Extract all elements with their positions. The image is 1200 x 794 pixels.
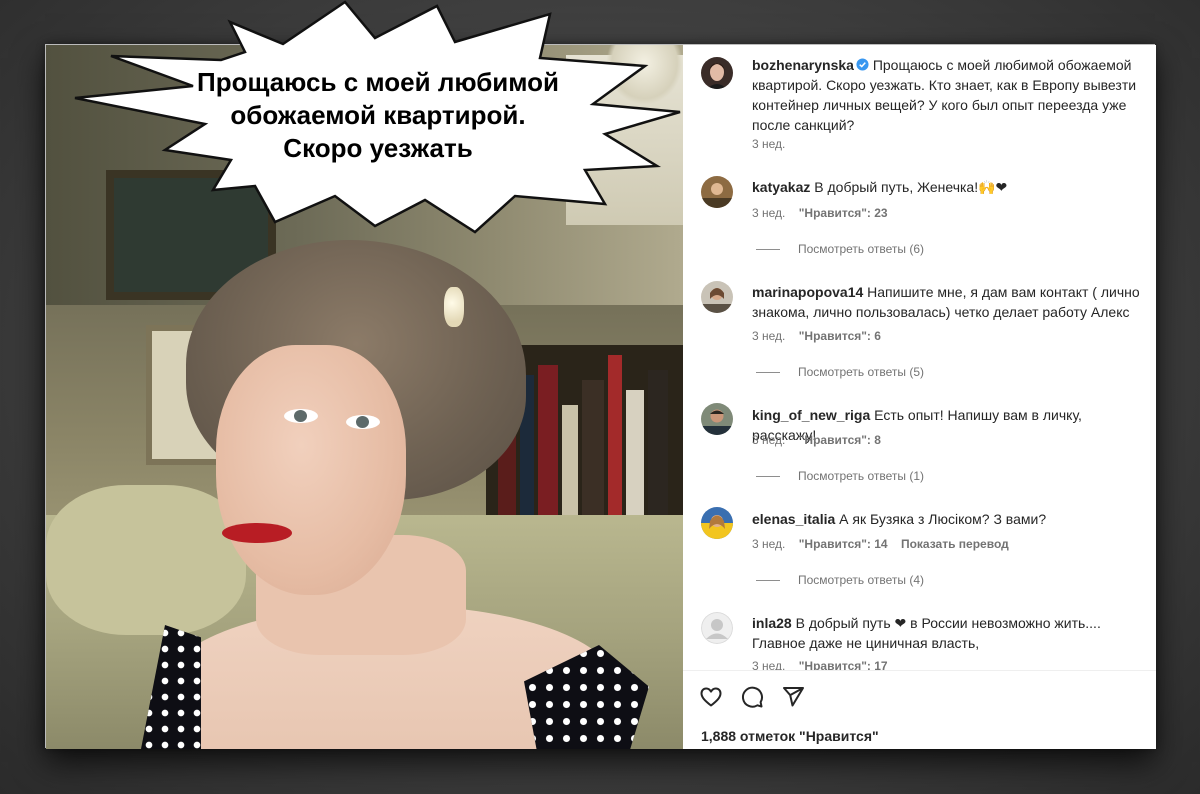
- comment-avatar[interactable]: [701, 281, 733, 313]
- post-actions: [699, 685, 805, 714]
- caption-meta: 3 нед.: [752, 137, 795, 151]
- caption-time[interactable]: 3 нед.: [752, 137, 785, 151]
- view-replies-label[interactable]: Посмотреть ответы (4): [798, 573, 924, 587]
- comment-likes[interactable]: "Нравится": 14: [799, 537, 888, 551]
- view-replies-button[interactable]: Посмотреть ответы (5): [756, 365, 924, 379]
- comment-username[interactable]: katyakaz: [752, 179, 810, 195]
- likes-count[interactable]: 1,888 отметок "Нравится": [701, 728, 879, 744]
- comment-meta: 3 нед. "Нравится": 23: [752, 206, 898, 220]
- comment-username[interactable]: marinapopova14: [752, 284, 863, 300]
- share-icon[interactable]: [781, 685, 805, 714]
- post-photo: [46, 45, 683, 749]
- author-username[interactable]: bozhenarynska: [752, 57, 854, 73]
- photo-face: [216, 345, 406, 595]
- comment-text: В добрый путь ❤ в России невозможно жить…: [752, 615, 1101, 651]
- view-replies-button[interactable]: Посмотреть ответы (1): [756, 469, 924, 483]
- post-caption: bozhenarynska Прощаюсь с моей любимой об…: [752, 55, 1150, 135]
- photo-hair-clip: [444, 287, 464, 327]
- photo-lamp: [606, 45, 683, 105]
- comment-likes[interactable]: "Нравится": 6: [799, 329, 881, 343]
- view-replies-label[interactable]: Посмотреть ответы (1): [798, 469, 924, 483]
- comment-time[interactable]: 3 нед.: [752, 206, 785, 220]
- replies-line: [756, 475, 780, 477]
- comment-likes[interactable]: "Нравится": 23: [799, 206, 888, 220]
- comment-text-row: elenas_italia А як Бузяка з Люсіком? З в…: [752, 509, 1150, 529]
- replies-line: [756, 248, 780, 250]
- comment-time[interactable]: 3 нед.: [752, 433, 785, 447]
- photo-eye-left: [346, 415, 380, 429]
- comment-likes[interactable]: "Нравится": 17: [799, 659, 888, 670]
- comment-text: А як Бузяка з Люсіком? З вами?: [839, 511, 1047, 527]
- comment-username[interactable]: inla28: [752, 615, 792, 631]
- comment-time[interactable]: 3 нед.: [752, 329, 785, 343]
- comment-meta: 3 нед. "Нравится": 8: [752, 433, 891, 447]
- comments-list[interactable]: bozhenarynska Прощаюсь с моей любимой об…: [683, 45, 1156, 670]
- replies-line: [756, 371, 780, 373]
- comment-avatar-placeholder[interactable]: [701, 612, 733, 644]
- photo-pillow: [46, 485, 246, 635]
- comment-avatar[interactable]: [701, 403, 733, 435]
- comment-likes[interactable]: "Нравится": 8: [799, 433, 881, 447]
- comment-text-row: katyakaz В добрый путь, Женечка!🙌❤: [752, 177, 1150, 197]
- comment-avatar[interactable]: [701, 507, 733, 539]
- view-replies-button[interactable]: Посмотреть ответы (4): [756, 573, 924, 587]
- comment-time[interactable]: 3 нед.: [752, 537, 785, 551]
- actions-divider: [683, 670, 1156, 671]
- author-avatar[interactable]: [701, 57, 733, 89]
- photo-lips: [222, 523, 292, 543]
- verified-badge-icon: [856, 56, 869, 71]
- comment-meta: 3 нед. "Нравится": 14 Показать перевод: [752, 537, 1019, 551]
- replies-line: [756, 579, 780, 581]
- view-replies-label[interactable]: Посмотреть ответы (6): [798, 242, 924, 256]
- view-replies-button[interactable]: Посмотреть ответы (6): [756, 242, 924, 256]
- comment-meta: 3 нед. "Нравится": 6: [752, 329, 891, 343]
- show-translation-button[interactable]: Показать перевод: [901, 537, 1009, 551]
- comment-meta: 3 нед. "Нравится": 17: [752, 659, 898, 670]
- view-replies-label[interactable]: Посмотреть ответы (5): [798, 365, 924, 379]
- heart-icon[interactable]: [699, 685, 723, 714]
- comment-avatar[interactable]: [701, 176, 733, 208]
- photo-eye-right: [284, 409, 318, 423]
- comment-text: В добрый путь, Женечка!🙌❤: [814, 179, 1008, 195]
- instagram-post: bozhenarynska Прощаюсь с моей любимой об…: [45, 44, 1156, 749]
- comment-time[interactable]: 3 нед.: [752, 659, 785, 670]
- comment-username[interactable]: elenas_italia: [752, 511, 835, 527]
- comment-text-row: inla28 В добрый путь ❤ в России невозмож…: [752, 613, 1150, 653]
- comment-text-row: marinapopova14 Напишите мне, я дам вам к…: [752, 282, 1150, 322]
- post-side-panel: bozhenarynska Прощаюсь с моей любимой об…: [683, 45, 1156, 749]
- comment-icon[interactable]: [740, 685, 764, 714]
- comment-username[interactable]: king_of_new_riga: [752, 407, 870, 423]
